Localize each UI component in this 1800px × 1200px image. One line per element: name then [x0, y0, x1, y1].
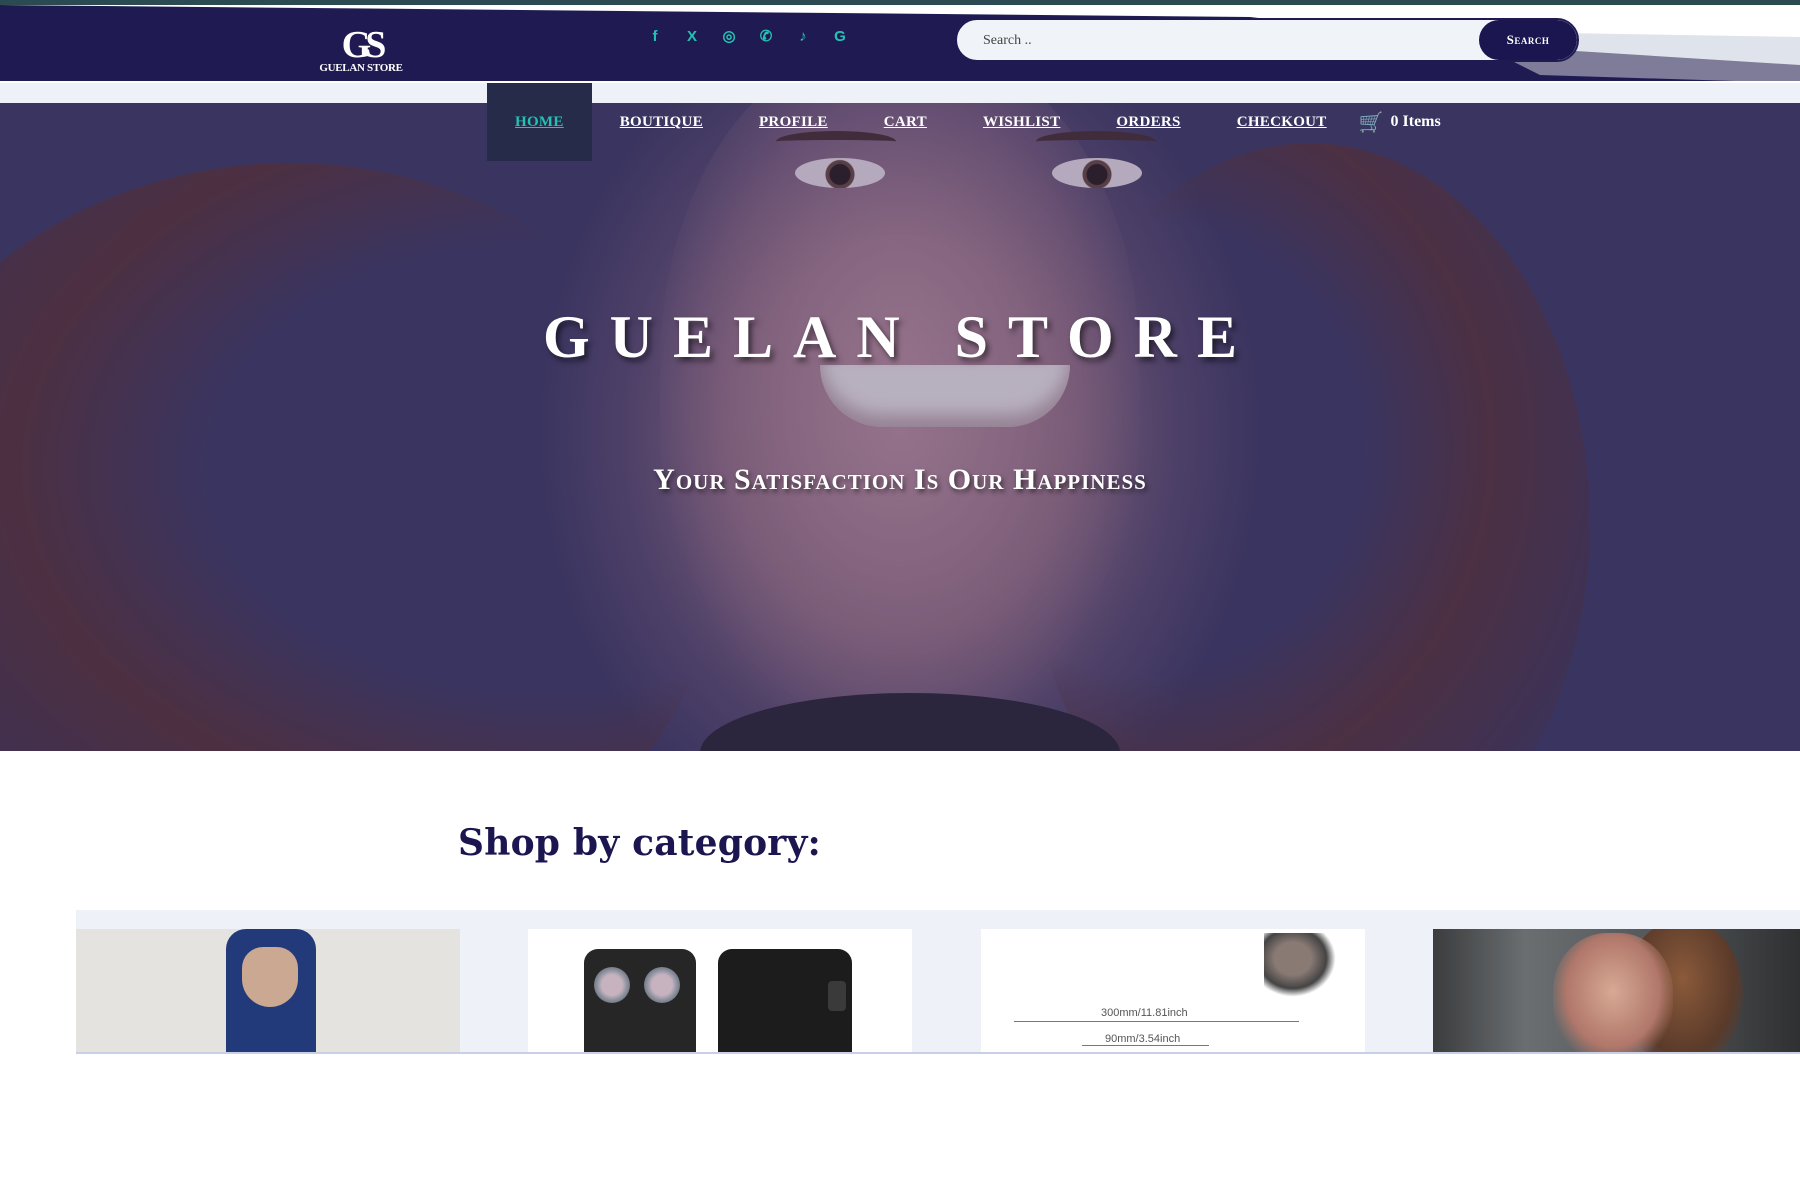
hero-subtitle: Your Satisfaction Is Our Happiness	[653, 463, 1147, 496]
category-card-activewear[interactable]	[76, 929, 460, 1052]
hero-title: GUELAN STORE	[542, 304, 1258, 370]
search-input[interactable]	[957, 20, 1505, 60]
activewear-image-back	[242, 947, 298, 1007]
nav-orders[interactable]: ORDERS	[1088, 83, 1208, 161]
cart-icon: 🛒	[1358, 110, 1384, 134]
instagram-icon[interactable]: ◎	[715, 22, 743, 50]
ab-roller-athlete-image	[1264, 933, 1336, 997]
search-button[interactable]: Search	[1479, 20, 1577, 60]
dimension-label-outer: 300mm/11.81inch	[1101, 1007, 1188, 1019]
whatsapp-icon[interactable]: ✆	[752, 22, 780, 50]
portrait-face	[1553, 933, 1673, 1052]
search-bar: Search	[955, 18, 1579, 62]
google-icon[interactable]: G	[826, 22, 854, 50]
nav-boutique[interactable]: BOUTIQUE	[592, 83, 731, 161]
tiktok-icon[interactable]: ♪	[789, 22, 817, 50]
dimension-line-outer	[1014, 1021, 1299, 1022]
nav-home[interactable]: HOME	[487, 83, 592, 161]
category-carousel: 300mm/11.81inch 90mm/3.54inch	[76, 910, 1800, 1054]
nav-checkout[interactable]: CHECKOUT	[1209, 83, 1355, 161]
facebook-icon[interactable]: f	[641, 22, 669, 50]
cart-count: 0 Items	[1390, 113, 1441, 130]
hero-banner: GUELAN STORE Your Satisfaction Is Our Ha…	[0, 103, 1800, 751]
hero-overlay	[0, 103, 1800, 751]
social-links: f X ◎ ✆ ♪ G	[641, 22, 854, 50]
logo-mark: GS	[341, 24, 387, 66]
phone-camera	[828, 981, 846, 1011]
phone-dial-right	[644, 967, 680, 1003]
nav-cart[interactable]: CART	[856, 83, 955, 161]
phone-dial-left	[594, 967, 630, 1003]
category-card-phones[interactable]	[528, 929, 912, 1052]
category-card-fitness[interactable]: 300mm/11.81inch 90mm/3.54inch	[981, 929, 1365, 1052]
dimension-line-inner	[1082, 1045, 1209, 1046]
nav-wishlist[interactable]: WISHLIST	[955, 83, 1088, 161]
category-card-beauty[interactable]	[1433, 929, 1800, 1052]
phone-image-front	[584, 949, 696, 1052]
main-nav: HOME BOUTIQUE PROFILE CART WISHLIST ORDE…	[487, 83, 1441, 161]
shop-by-category-heading: Shop by category:	[458, 822, 822, 864]
x-twitter-icon[interactable]: X	[678, 22, 706, 50]
nav-profile[interactable]: PROFILE	[731, 83, 856, 161]
store-logo[interactable]: GS GUELAN STORE	[300, 22, 422, 80]
cart-summary-link[interactable]: 🛒 0 Items	[1355, 83, 1441, 161]
dimension-label-inner: 90mm/3.54inch	[1105, 1033, 1181, 1045]
logo-text: GUELAN STORE	[319, 62, 403, 74]
